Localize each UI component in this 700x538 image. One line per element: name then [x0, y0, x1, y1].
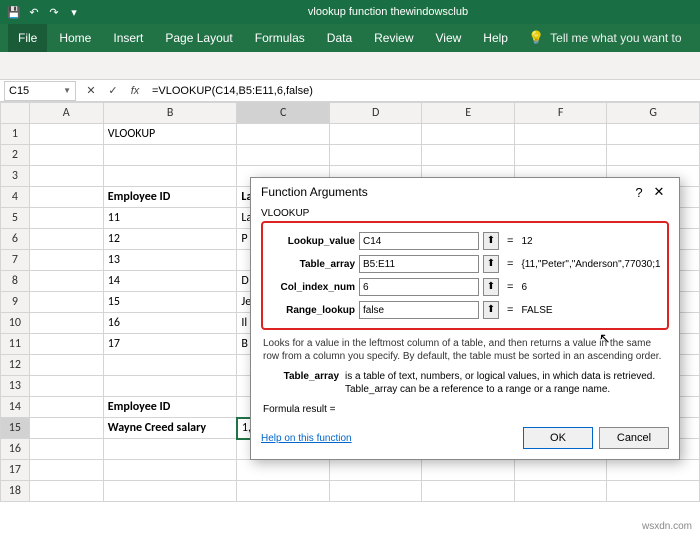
tab-review[interactable]: Review: [364, 24, 423, 52]
tab-view[interactable]: View: [426, 24, 472, 52]
qat-dropdown-icon[interactable]: ▾: [66, 4, 82, 20]
tell-me-label: Tell me what you want to: [550, 31, 681, 45]
range-lookup-input[interactable]: false: [359, 301, 479, 319]
title-bar: 💾 ↶ ↷ ▾ vlookup function thewindowsclub: [0, 0, 700, 24]
row-1: 1VLOOKUP: [1, 124, 700, 145]
arguments-highlight: Lookup_value C14 ⬆ = 12 Table_array B5:E…: [261, 221, 669, 330]
name-box-value: C15: [9, 85, 29, 97]
row-17: 17: [1, 460, 700, 481]
row-18: 18: [1, 481, 700, 502]
formula-result: Formula result =: [263, 404, 667, 415]
ref-selector-icon[interactable]: ⬆: [483, 255, 499, 273]
arg-table-array: Table_array B5:E11 ⬆ = {11,"Peter","Ande…: [269, 253, 661, 275]
formula-bar: C15 ▼ ✕ ✓ fx =VLOOKUP(C14,B5:E11,6,false…: [0, 80, 700, 102]
help-link[interactable]: Help on this function: [261, 433, 352, 444]
watermark: wsxdn.com: [642, 521, 692, 532]
col-G[interactable]: G: [607, 103, 700, 124]
tab-data[interactable]: Data: [317, 24, 362, 52]
cancel-button[interactable]: Cancel: [599, 427, 669, 449]
ribbon-body: [0, 52, 700, 80]
ref-selector-icon[interactable]: ⬆: [483, 278, 499, 296]
col-C[interactable]: C: [237, 103, 330, 124]
col-A[interactable]: A: [29, 103, 103, 124]
window-title: vlookup function thewindowsclub: [82, 6, 694, 18]
bulb-icon: 💡: [528, 30, 544, 46]
save-icon[interactable]: 💾: [6, 4, 22, 20]
undo-icon[interactable]: ↶: [26, 4, 42, 20]
tab-home[interactable]: Home: [49, 24, 101, 52]
ref-selector-icon[interactable]: ⬆: [483, 232, 499, 250]
tell-me[interactable]: 💡 Tell me what you want to: [528, 30, 682, 46]
tab-help[interactable]: Help: [473, 24, 518, 52]
column-headers: A B C D E F G: [1, 103, 700, 124]
ref-selector-icon[interactable]: ⬆: [483, 301, 499, 319]
col-E[interactable]: E: [422, 103, 515, 124]
formula-input[interactable]: =VLOOKUP(C14,B5:E11,6,false): [146, 85, 700, 97]
col-index-input[interactable]: 6: [359, 278, 479, 296]
argument-description: Table_array is a table of text, numbers,…: [263, 371, 667, 396]
row-2: 2: [1, 145, 700, 166]
dialog-help-icon[interactable]: ?: [629, 185, 649, 200]
arg-lookup-value: Lookup_value C14 ⬆ = 12: [269, 230, 661, 252]
col-D[interactable]: D: [329, 103, 422, 124]
tab-page-layout[interactable]: Page Layout: [155, 24, 242, 52]
lookup-value-input[interactable]: C14: [359, 232, 479, 250]
select-all-corner[interactable]: [1, 103, 30, 124]
cursor-icon: ↖: [599, 330, 611, 347]
fx-icon[interactable]: fx: [126, 82, 144, 100]
name-box-dropdown-icon[interactable]: ▼: [63, 86, 71, 95]
table-array-input[interactable]: B5:E11: [359, 255, 479, 273]
tab-file[interactable]: File: [8, 24, 47, 52]
function-arguments-dialog: Function Arguments ? ✕ VLOOKUP Lookup_va…: [250, 177, 680, 460]
redo-icon[interactable]: ↷: [46, 4, 62, 20]
col-B[interactable]: B: [103, 103, 237, 124]
enter-icon[interactable]: ✓: [104, 82, 122, 100]
ribbon-tabs: File Home Insert Page Layout Formulas Da…: [0, 24, 700, 52]
dialog-title: Function Arguments: [261, 185, 368, 199]
cancel-icon[interactable]: ✕: [82, 82, 100, 100]
function-name: VLOOKUP: [261, 208, 669, 219]
quick-access-toolbar: 💾 ↶ ↷ ▾: [6, 4, 82, 20]
arg-col-index-num: Col_index_num 6 ⬆ = 6: [269, 276, 661, 298]
dialog-titlebar[interactable]: Function Arguments ? ✕: [251, 178, 679, 206]
name-box[interactable]: C15 ▼: [4, 81, 76, 101]
tab-formulas[interactable]: Formulas: [245, 24, 315, 52]
ok-button[interactable]: OK: [523, 427, 593, 449]
arg-range-lookup: Range_lookup false ⬆ = FALSE: [269, 299, 661, 321]
tab-insert[interactable]: Insert: [103, 24, 153, 52]
col-F[interactable]: F: [514, 103, 607, 124]
dialog-close-icon[interactable]: ✕: [649, 184, 669, 200]
